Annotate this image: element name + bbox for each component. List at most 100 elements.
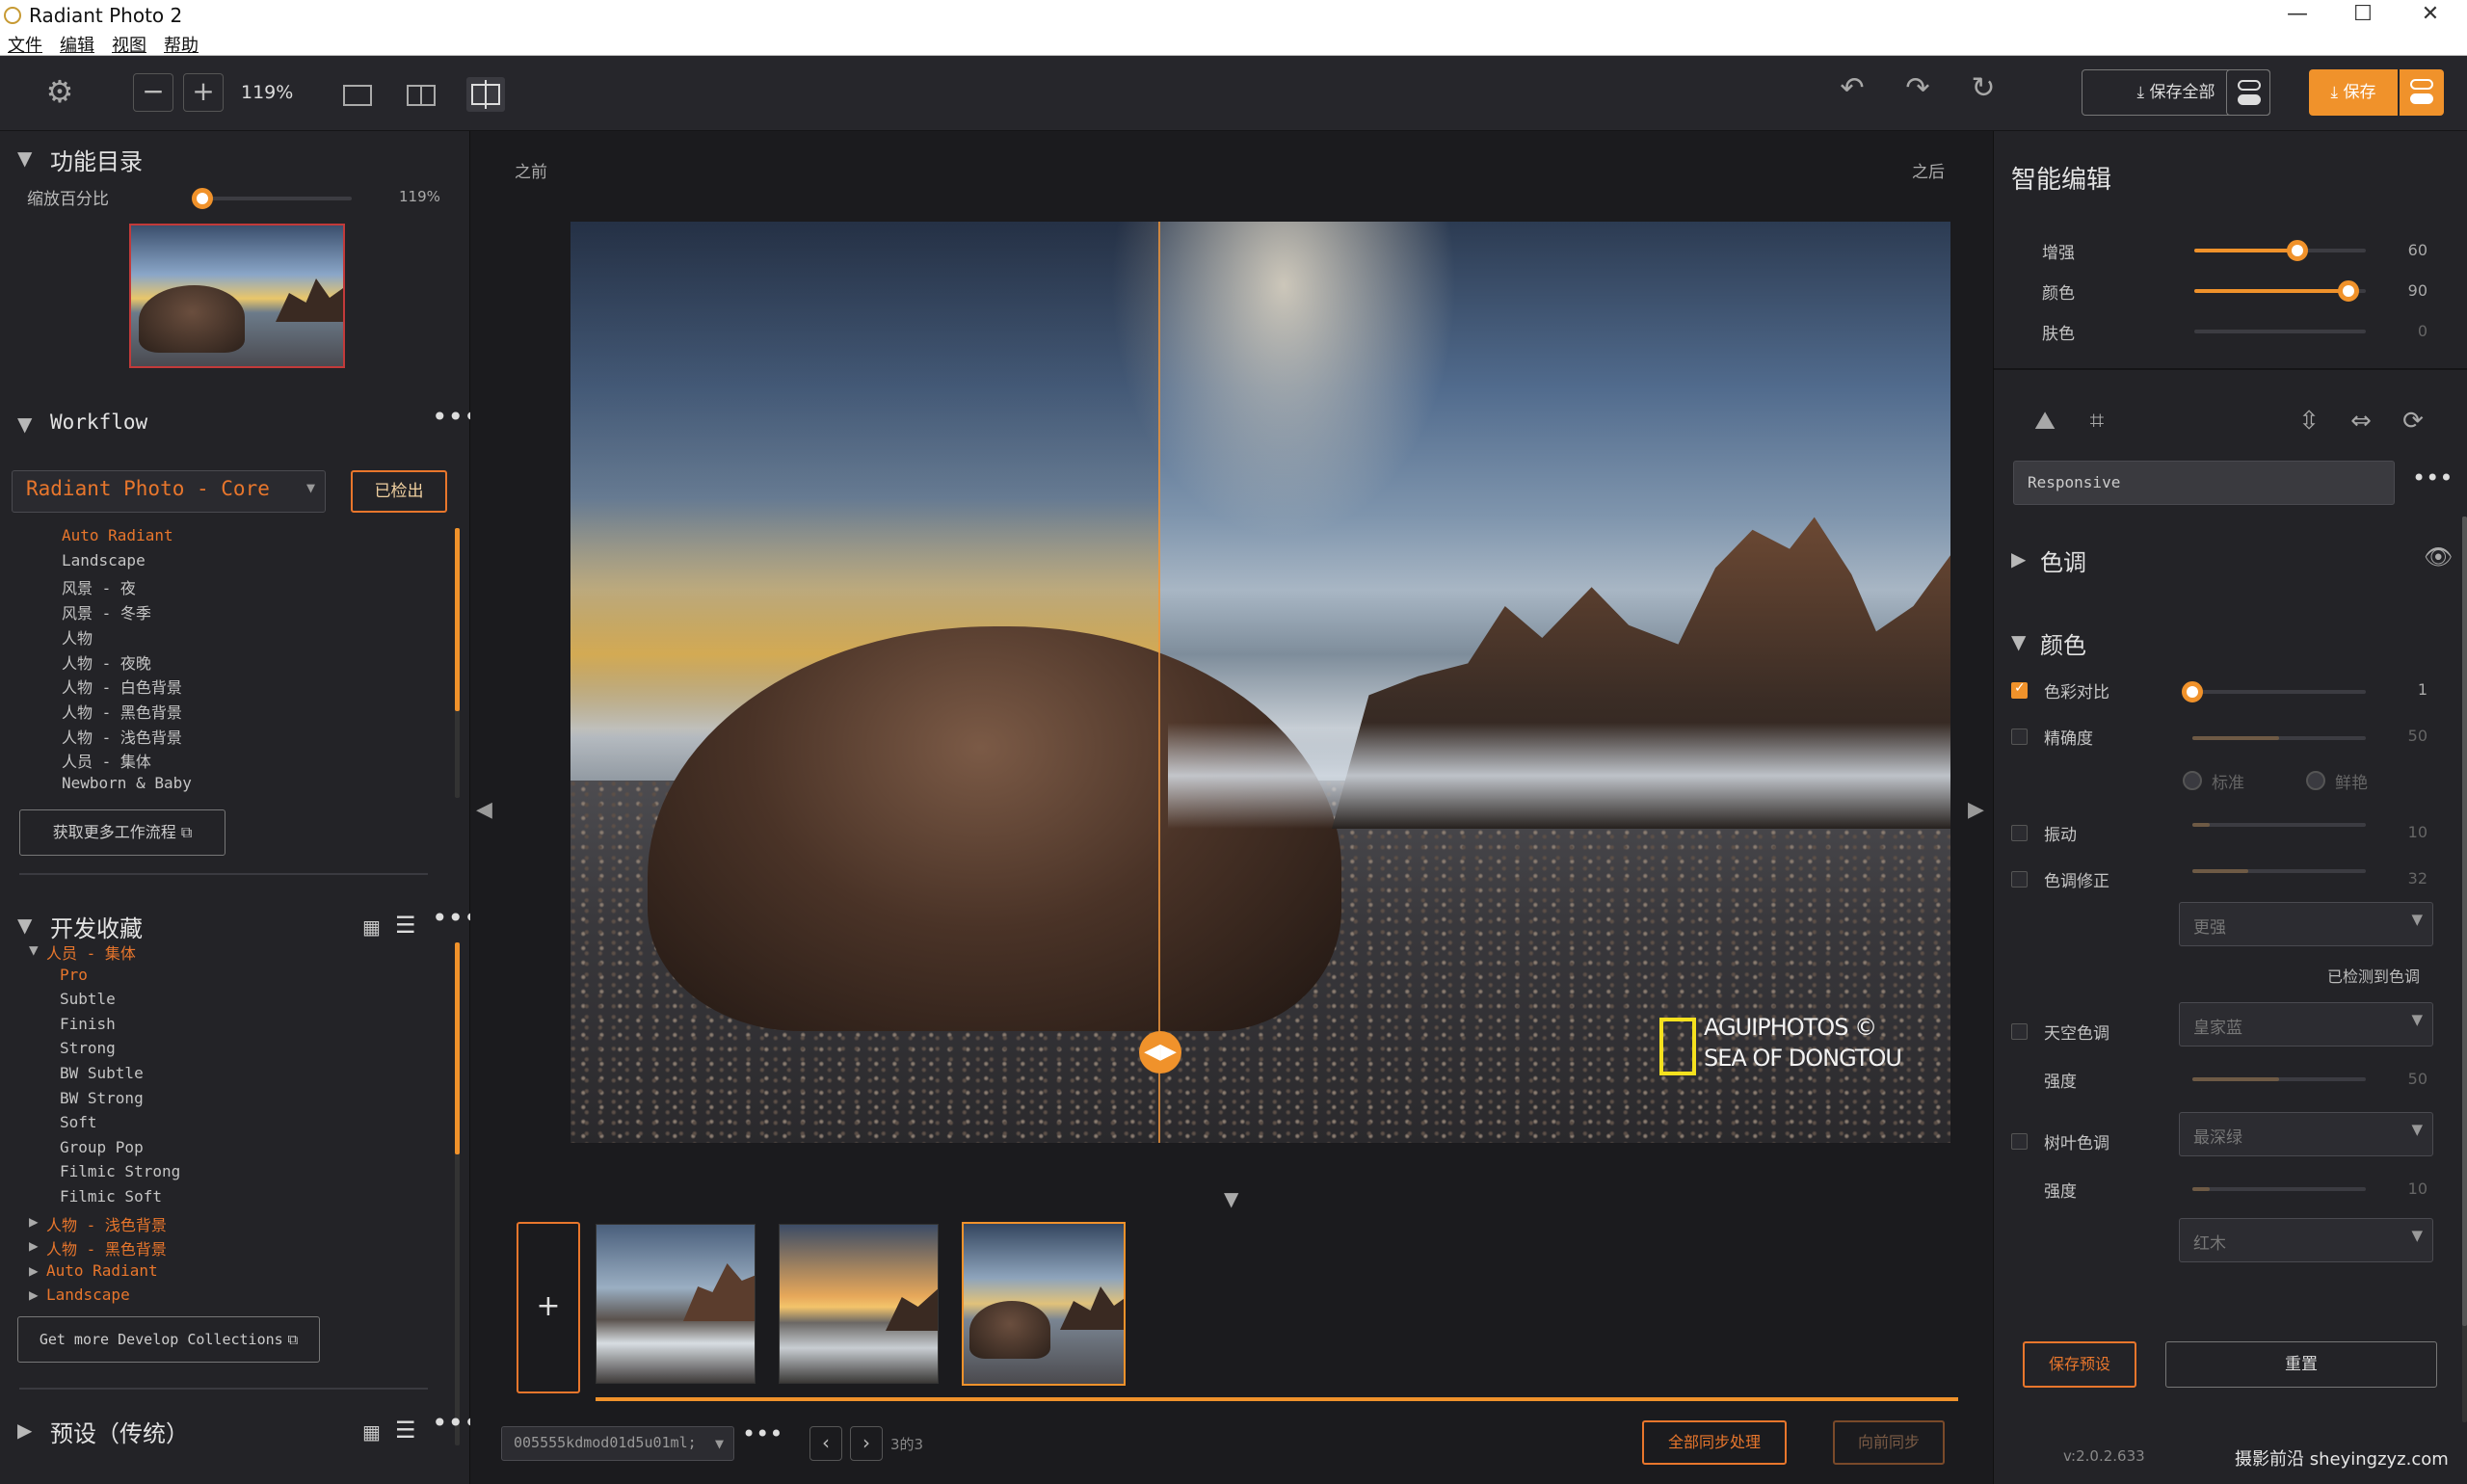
collapse-workflow-icon[interactable]: ▼ xyxy=(17,412,32,436)
workflow-item[interactable]: 人物 - 黑色背景 xyxy=(62,700,182,723)
minimize-button[interactable]: — xyxy=(2278,2,2317,26)
dev-item[interactable]: Filmic Strong xyxy=(60,1162,180,1180)
filmstrip-thumb-2[interactable] xyxy=(779,1224,939,1384)
radio-vivid[interactable] xyxy=(2306,771,2325,790)
gear-icon[interactable]: ⚙ xyxy=(42,73,77,110)
save-options-button[interactable] xyxy=(2400,69,2444,116)
workflow-item[interactable]: Landscape xyxy=(62,551,146,570)
workflow-item[interactable]: 人物 - 浅色背景 xyxy=(62,725,182,748)
preset-more-icon[interactable]: ••• xyxy=(2412,464,2453,491)
vibrance-checkbox[interactable] xyxy=(2011,825,2028,841)
color-contrast-knob[interactable] xyxy=(2182,681,2203,702)
zoom-in-button[interactable]: + xyxy=(183,73,224,112)
save-button[interactable]: ⤓ 保存 xyxy=(2309,69,2398,116)
workflow-item[interactable]: Auto Radiant xyxy=(62,526,173,544)
color-slider[interactable] xyxy=(2194,280,2366,302)
get-more-workflows-button[interactable]: 获取更多工作流程 ⧉ xyxy=(19,809,225,856)
crop-icon[interactable]: ⌗ xyxy=(2081,407,2113,437)
expand-group-icon[interactable]: ▶ xyxy=(29,1236,39,1255)
flip-horizontal-icon[interactable]: ⇔ xyxy=(2345,407,2377,436)
close-button[interactable]: ✕ xyxy=(2411,2,2450,26)
get-more-dev-button[interactable]: Get more Develop Collections ⧉ xyxy=(17,1316,320,1363)
filmstrip-scroll-bar[interactable] xyxy=(596,1397,1958,1401)
compare-view-button[interactable] xyxy=(466,77,505,112)
expand-group-icon[interactable]: ▶ xyxy=(29,1285,39,1304)
redo-icon[interactable]: ↷ xyxy=(1900,71,1935,105)
foliage-checkbox[interactable] xyxy=(2011,1133,2028,1150)
workflow-item[interactable]: 风景 - 夜 xyxy=(62,575,136,598)
foliage-select[interactable]: 最深绿 xyxy=(2179,1112,2433,1156)
color-knob[interactable] xyxy=(2338,280,2360,302)
sky-tone-select[interactable]: 皇家蓝 xyxy=(2179,1002,2433,1047)
grid-view-icon[interactable]: ▦ xyxy=(362,1420,381,1444)
histogram-icon[interactable]: ⛰ xyxy=(2029,407,2061,437)
grid-view-icon[interactable]: ▦ xyxy=(362,915,381,939)
workflow-item[interactable]: 人物 - 夜晚 xyxy=(62,650,151,674)
right-panel-toggle-icon[interactable]: ▶ xyxy=(1968,798,1984,822)
precision-checkbox[interactable] xyxy=(2011,729,2028,745)
list-view-icon[interactable]: ☰ xyxy=(395,912,416,939)
menu-view[interactable]: 视图 xyxy=(112,32,146,57)
workflow-item[interactable]: 风景 - 冬季 xyxy=(62,600,151,623)
eye-icon[interactable]: 👁 xyxy=(2424,543,2453,570)
collapse-dev-icon[interactable]: ▼ xyxy=(17,914,32,937)
split-view-icon[interactable] xyxy=(407,85,436,106)
dev-item[interactable]: BW Strong xyxy=(60,1089,144,1107)
dev-item[interactable]: Finish xyxy=(60,1015,116,1033)
save-preset-button[interactable]: 保存预设 xyxy=(2023,1341,2136,1388)
add-image-button[interactable]: + xyxy=(517,1222,580,1393)
dev-item[interactable]: Subtle xyxy=(60,990,116,1008)
save-all-options-button[interactable] xyxy=(2226,69,2270,116)
main-photo[interactable]: ◀▶ AGUIPHOTOS © SEA OF DONGTOU xyxy=(570,222,1950,1143)
menu-help[interactable]: 帮助 xyxy=(164,32,199,57)
wood-select[interactable]: 红木 xyxy=(2179,1218,2433,1262)
sky-tone-checkbox[interactable] xyxy=(2011,1023,2028,1040)
dev-item[interactable]: Strong xyxy=(60,1039,116,1057)
collapse-color-icon[interactable]: ▼ xyxy=(2011,630,2026,653)
zoom-percent-slider[interactable] xyxy=(191,188,352,209)
color-contrast-slider[interactable] xyxy=(2182,681,2366,702)
maximize-button[interactable]: ☐ xyxy=(2344,2,2382,26)
dev-item[interactable]: Filmic Soft xyxy=(60,1187,162,1206)
workflow-item[interactable]: 人物 - 白色背景 xyxy=(62,675,182,698)
precision-slider[interactable] xyxy=(2192,736,2366,740)
filmstrip-thumb-1[interactable] xyxy=(596,1224,756,1384)
expand-presets-icon[interactable]: ▶ xyxy=(17,1418,32,1442)
collapse-catalog-icon[interactable]: ▼ xyxy=(17,146,32,170)
undo-icon[interactable]: ↶ xyxy=(1835,71,1870,105)
enhance-knob[interactable] xyxy=(2286,240,2308,261)
enhance-slider[interactable] xyxy=(2194,240,2366,261)
skin-slider[interactable] xyxy=(2194,330,2366,333)
stronger-select[interactable]: 更强 xyxy=(2179,902,2433,946)
right-scrollbar[interactable] xyxy=(2462,517,2467,1326)
workflow-item[interactable]: 人员 - 集体 xyxy=(62,749,151,772)
expand-tone-icon[interactable]: ▶ xyxy=(2011,547,2026,570)
workflow-item[interactable]: Newborn & Baby xyxy=(62,774,192,792)
color-contrast-checkbox[interactable] xyxy=(2011,680,2028,699)
dev-group-header[interactable]: Auto Radiant xyxy=(46,1261,158,1280)
menu-file[interactable]: 文件 xyxy=(8,32,42,57)
filename-select[interactable]: 005555kdmod01d5u01ml; xyxy=(501,1426,734,1461)
workflow-select[interactable]: Radiant Photo - Core xyxy=(12,470,326,513)
menu-edit[interactable]: 编辑 xyxy=(60,32,94,57)
workflow-scrollbar[interactable] xyxy=(455,528,460,711)
list-view-icon[interactable]: ☰ xyxy=(395,1417,416,1444)
dev-item[interactable]: Soft xyxy=(60,1113,97,1131)
expand-group-icon[interactable]: ▶ xyxy=(29,1212,39,1231)
collapse-group-icon[interactable]: ▼ xyxy=(29,941,39,959)
tone-fix-slider[interactable] xyxy=(2192,869,2366,873)
vibrance-slider[interactable] xyxy=(2192,823,2366,827)
next-image-button[interactable]: › xyxy=(850,1426,883,1461)
sync-forward-button[interactable]: 向前同步 xyxy=(1833,1420,1945,1465)
navigator-thumbnail[interactable] xyxy=(129,224,345,368)
filename-more-icon[interactable]: ••• xyxy=(742,1420,783,1447)
dev-group-header[interactable]: 人物 - 浅色背景 xyxy=(46,1212,167,1235)
preset-select[interactable]: Responsive xyxy=(2013,461,2395,505)
compare-divider-handle[interactable]: ◀▶ xyxy=(1139,1031,1181,1073)
sky-strength-slider[interactable] xyxy=(2192,1077,2366,1081)
dev-group-header[interactable]: 人物 - 黑色背景 xyxy=(46,1236,167,1259)
dev-group-header[interactable]: 人员 - 集体 xyxy=(46,941,136,964)
prev-image-button[interactable]: ‹ xyxy=(809,1426,842,1461)
workflow-item[interactable]: 人物 xyxy=(62,625,93,649)
filmstrip-thumb-3-selected[interactable] xyxy=(962,1222,1126,1386)
